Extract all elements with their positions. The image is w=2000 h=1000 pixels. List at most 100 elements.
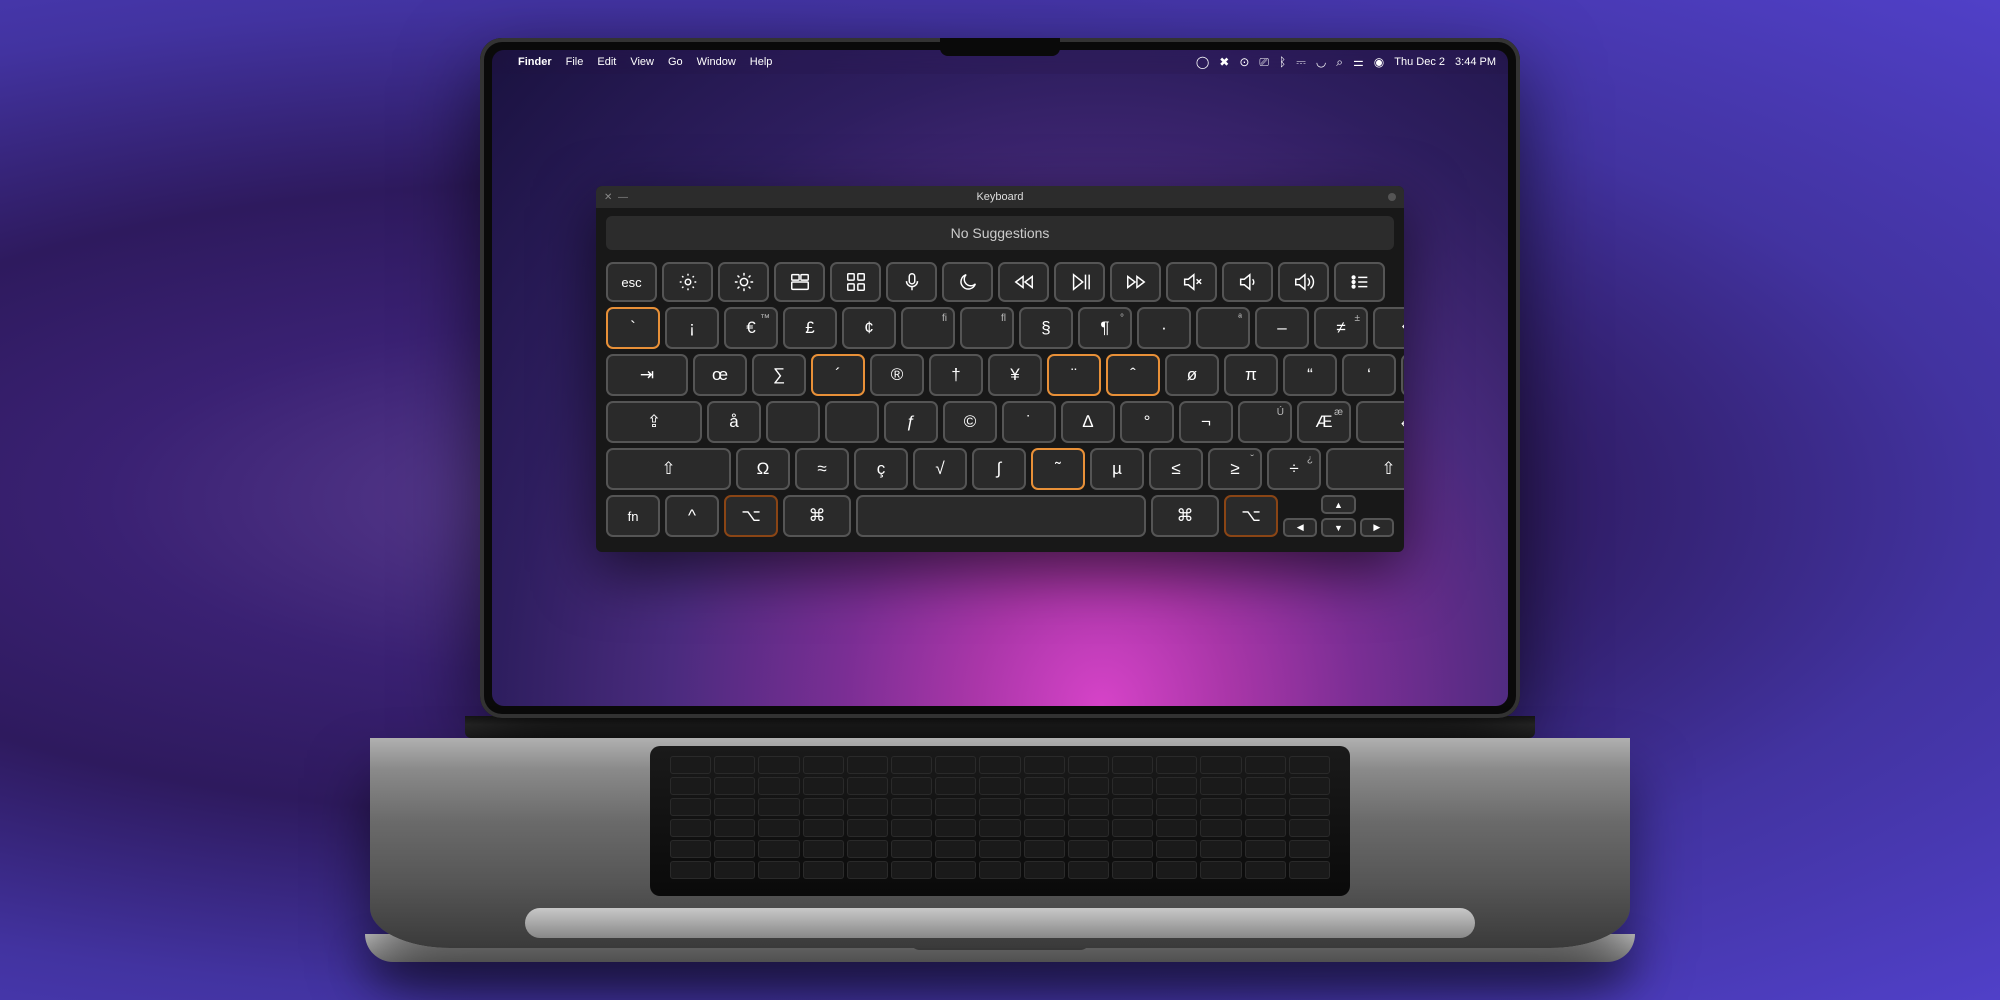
key-brightness-up[interactable] xyxy=(718,262,769,302)
status-display-icon[interactable]: ⎚ xyxy=(1259,55,1269,70)
key-m[interactable]: µ xyxy=(1090,448,1144,490)
key-volume-up[interactable] xyxy=(1278,262,1329,302)
key-rshift[interactable]: ⇧ xyxy=(1326,448,1404,490)
key-0[interactable]: ª xyxy=(1196,307,1250,349)
key-p[interactable]: π xyxy=(1224,354,1278,396)
menu-edit[interactable]: Edit xyxy=(597,56,616,68)
key-z[interactable]: Ω xyxy=(736,448,790,490)
key-h[interactable]: ˙ xyxy=(1002,401,1056,443)
key-esc[interactable]: esc xyxy=(606,262,657,302)
status-record-icon[interactable]: ◯ xyxy=(1196,55,1209,69)
key-f[interactable]: ƒ xyxy=(884,401,938,443)
key-play-pause[interactable] xyxy=(1054,262,1105,302)
key-9[interactable]: · xyxy=(1137,307,1191,349)
status-control-center-icon[interactable]: ⚌ xyxy=(1353,55,1364,69)
key-5[interactable]: ﬁ xyxy=(901,307,955,349)
status-app-icon[interactable]: ✖ xyxy=(1219,55,1229,69)
key-control[interactable]: ^ xyxy=(665,495,719,537)
key-3[interactable]: £ xyxy=(783,307,837,349)
key-i[interactable]: ˆ xyxy=(1106,354,1160,396)
key-rbracket[interactable]: ‘ xyxy=(1342,354,1396,396)
key-rcommand[interactable]: ⌘ xyxy=(1151,495,1219,537)
key-dictation[interactable] xyxy=(886,262,937,302)
key-8[interactable]: ¶° xyxy=(1078,307,1132,349)
close-icon[interactable]: ✕ xyxy=(604,192,612,203)
key-g[interactable]: © xyxy=(943,401,997,443)
key-quote[interactable]: Ææ xyxy=(1297,401,1351,443)
key-right[interactable]: ▶ xyxy=(1360,518,1394,537)
status-battery-icon[interactable]: ⎓ xyxy=(1296,55,1306,70)
key-caps[interactable]: ⇪ xyxy=(606,401,702,443)
key-return[interactable]: ⤶ xyxy=(1356,401,1404,443)
key-r[interactable]: ® xyxy=(870,354,924,396)
key-l[interactable]: ¬ xyxy=(1179,401,1233,443)
key-backslash[interactable]: « xyxy=(1401,354,1404,396)
key-6[interactable]: ﬂ xyxy=(960,307,1014,349)
key-roption[interactable]: ⌥ xyxy=(1224,495,1278,537)
key-fn[interactable]: fn xyxy=(606,495,660,537)
menubar-date[interactable]: Thu Dec 2 xyxy=(1394,56,1445,68)
status-search-icon[interactable]: ⌕ xyxy=(1336,55,1343,70)
key-x[interactable]: ≈ xyxy=(795,448,849,490)
key-4[interactable]: ¢ xyxy=(842,307,896,349)
key-7[interactable]: § xyxy=(1019,307,1073,349)
key-w[interactable]: ∑ xyxy=(752,354,806,396)
key-semi[interactable]: Ú xyxy=(1238,401,1292,443)
window-dot-icon[interactable] xyxy=(1388,193,1396,201)
key-equals[interactable]: ≠± xyxy=(1314,307,1368,349)
key-1[interactable]: ¡ xyxy=(665,307,719,349)
key-o[interactable]: ø xyxy=(1165,354,1219,396)
key-v[interactable]: √ xyxy=(913,448,967,490)
key-b[interactable]: ∫ xyxy=(972,448,1026,490)
key-brightness-down[interactable] xyxy=(662,262,713,302)
key-lcommand[interactable]: ⌘ xyxy=(783,495,851,537)
key-y[interactable]: ¥ xyxy=(988,354,1042,396)
status-clock-icon[interactable]: ⊙ xyxy=(1239,55,1249,69)
key-backtick[interactable]: ` xyxy=(606,307,660,349)
key-mute[interactable] xyxy=(1166,262,1217,302)
menubar-time[interactable]: 3:44 PM xyxy=(1455,56,1496,68)
key-c[interactable]: ç xyxy=(854,448,908,490)
minimize-icon[interactable]: — xyxy=(618,192,628,203)
menu-app[interactable]: Finder xyxy=(518,56,552,68)
key-minus[interactable]: – xyxy=(1255,307,1309,349)
key-e[interactable]: ´ xyxy=(811,354,865,396)
menu-go[interactable]: Go xyxy=(668,56,683,68)
key-volume-down[interactable] xyxy=(1222,262,1273,302)
status-bluetooth-icon[interactable]: ᛒ xyxy=(1279,55,1286,69)
key-mission-control[interactable] xyxy=(774,262,825,302)
key-k[interactable]: ° xyxy=(1120,401,1174,443)
key-backspace[interactable]: ⌫ xyxy=(1373,307,1404,349)
key-comma[interactable]: ≤ xyxy=(1149,448,1203,490)
key-2[interactable]: €™ xyxy=(724,307,778,349)
key-t[interactable]: † xyxy=(929,354,983,396)
key-rewind[interactable] xyxy=(998,262,1049,302)
key-launchpad[interactable] xyxy=(830,262,881,302)
key-tab[interactable]: ⇥ xyxy=(606,354,688,396)
key-space[interactable] xyxy=(856,495,1146,537)
key-u[interactable]: ¨ xyxy=(1047,354,1101,396)
key-down[interactable]: ▼ xyxy=(1321,518,1355,537)
menu-window[interactable]: Window xyxy=(697,56,736,68)
key-lbracket[interactable]: “ xyxy=(1283,354,1337,396)
key-d[interactable] xyxy=(825,401,879,443)
window-titlebar[interactable]: ✕ — Keyboard xyxy=(596,186,1404,208)
status-wifi-icon[interactable]: ◡ xyxy=(1316,55,1326,69)
key-do-not-disturb[interactable] xyxy=(942,262,993,302)
key-s[interactable] xyxy=(766,401,820,443)
menu-file[interactable]: File xyxy=(566,56,584,68)
key-j[interactable]: ∆ xyxy=(1061,401,1115,443)
status-siri-icon[interactable]: ◉ xyxy=(1374,55,1384,69)
key-left[interactable]: ◀ xyxy=(1283,518,1317,537)
key-list[interactable] xyxy=(1334,262,1385,302)
menu-help[interactable]: Help xyxy=(750,56,773,68)
key-n[interactable]: ˜ xyxy=(1031,448,1085,490)
key-lshift[interactable]: ⇧ xyxy=(606,448,731,490)
key-a[interactable]: å xyxy=(707,401,761,443)
key-loption[interactable]: ⌥ xyxy=(724,495,778,537)
menu-view[interactable]: View xyxy=(630,56,654,68)
key-q[interactable]: œ xyxy=(693,354,747,396)
key-up[interactable]: ▲ xyxy=(1321,495,1355,514)
key-slash[interactable]: ÷¿ xyxy=(1267,448,1321,490)
key-period[interactable]: ≥˘ xyxy=(1208,448,1262,490)
